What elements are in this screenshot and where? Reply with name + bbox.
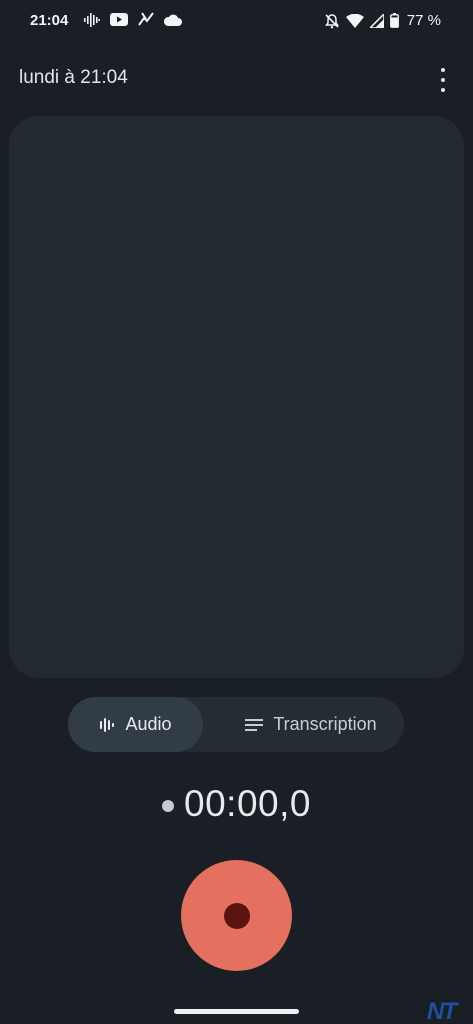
waveform-icon <box>84 12 100 27</box>
status-left-icons <box>84 12 182 27</box>
more-dot <box>441 88 445 92</box>
more-dot <box>441 68 445 72</box>
more-vert-icon[interactable] <box>435 68 451 92</box>
tab-transcription[interactable]: Transcription <box>218 697 404 752</box>
status-bar: 21:04 77 % <box>0 0 473 44</box>
status-time: 21:04 <box>30 12 69 29</box>
tab-transcription-label: Transcription <box>273 714 377 734</box>
view-toggle: Audio Transcription <box>68 697 404 752</box>
gesture-nav-handle[interactable] <box>174 1009 299 1014</box>
more-dot <box>441 78 445 82</box>
record-button[interactable] <box>181 860 292 971</box>
watermark-text: NT <box>427 998 457 1024</box>
watermark-logo: NT <box>425 998 473 1024</box>
youtube-icon <box>110 13 128 26</box>
record-icon <box>223 902 250 929</box>
lines-icon <box>245 718 264 731</box>
tab-audio-label: Audio <box>125 714 172 734</box>
tab-audio[interactable]: Audio <box>68 697 203 752</box>
signal-icon <box>369 13 384 28</box>
wifi-icon <box>345 13 364 28</box>
recording-title: lundi à 21:04 <box>19 67 128 88</box>
timer-row: 00:00,0 <box>0 783 473 825</box>
waveform-icon <box>100 717 115 732</box>
status-right-icons: 77 % <box>324 12 441 29</box>
cloud-icon <box>164 14 182 26</box>
recording-indicator-dot <box>162 800 175 812</box>
voice-recorder-screen: 21:04 77 % lundi à 21:04 Audio Transcrip… <box>0 0 473 1024</box>
bell-off-icon <box>324 13 339 28</box>
battery-icon <box>389 13 399 28</box>
elapsed-timer: 00:00,0 <box>184 783 311 824</box>
waveform-panel <box>9 116 464 678</box>
messenger-icon <box>138 12 154 26</box>
battery-percentage: 77 % <box>406 12 441 29</box>
